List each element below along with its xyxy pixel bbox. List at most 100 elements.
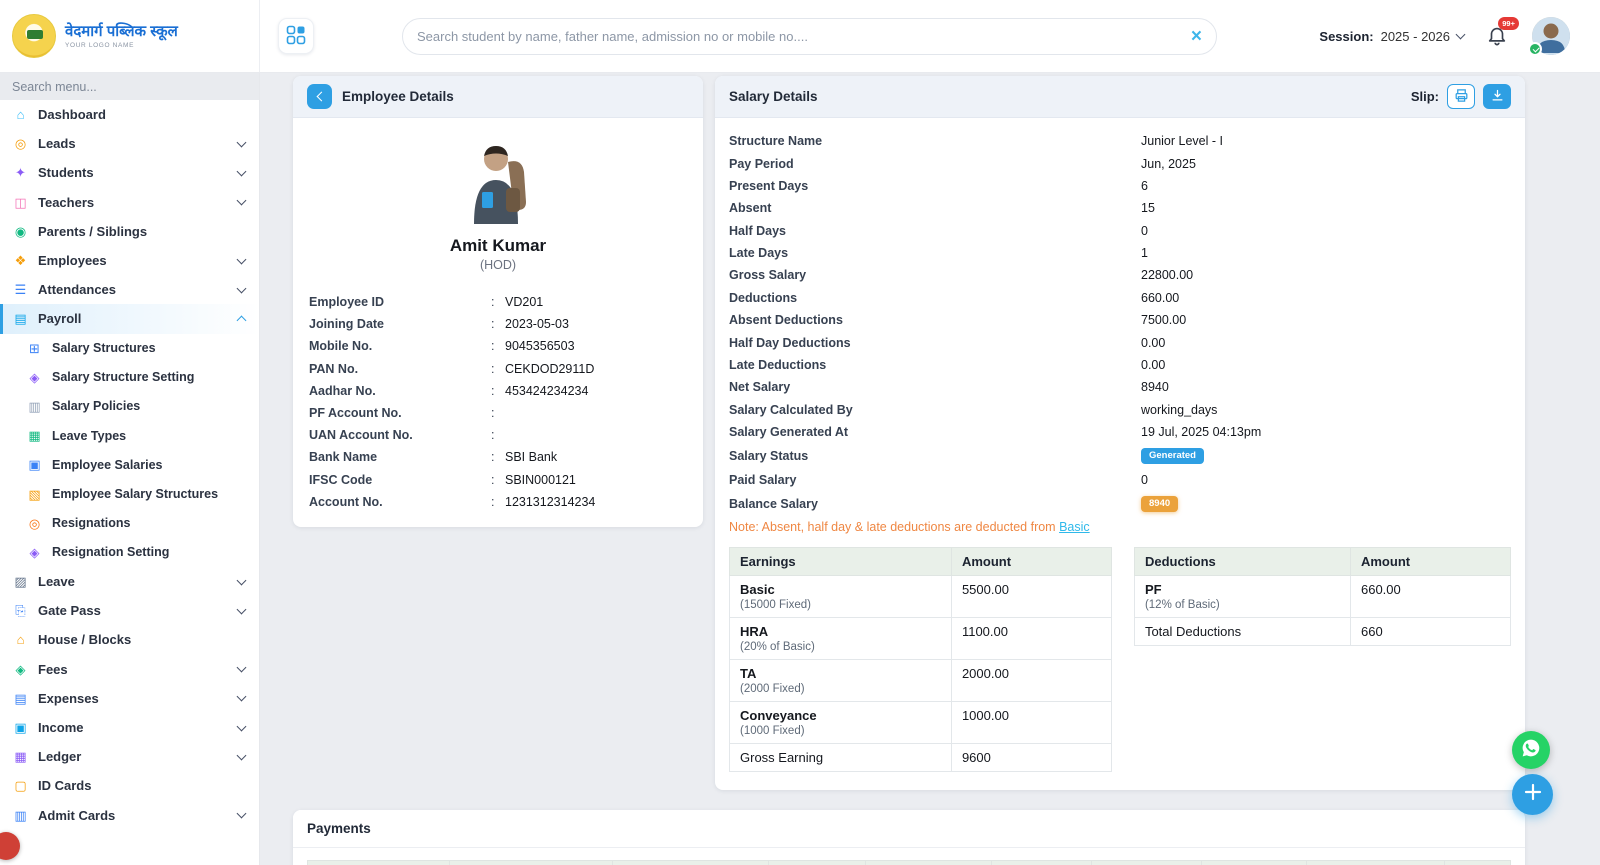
topbar: वेदमार्ग पब्लिक स्कूल YOUR LOGO NAME × xyxy=(0,0,1600,73)
app-root: वेदमार्ग पब्लिक स्कूल YOUR LOGO NAME × xyxy=(0,0,1600,865)
sidebar-subitem-resignation-setting[interactable]: ◈ Resignation Setting xyxy=(0,538,259,567)
salary-detail-row: Absent Deductions 7500.00 xyxy=(729,309,1511,331)
sidebar-subitem-employee-salary-structures[interactable]: ▧ Employee Salary Structures xyxy=(0,479,259,508)
print-slip-button[interactable] xyxy=(1447,84,1475,109)
whatsapp-icon xyxy=(1521,738,1541,763)
salary-row-value: 8940 xyxy=(1141,380,1169,395)
sidebar-item-dashboard[interactable]: ⌂ Dashboard xyxy=(0,100,259,129)
sidebar-item-students[interactable]: ✦ Students xyxy=(0,158,259,187)
deductions-table: Deductions Amount PF (12% of Basic) 660.… xyxy=(1133,547,1511,647)
salary-row-label: Salary Generated At xyxy=(729,425,849,440)
sidebar-item-parents-siblings[interactable]: ◉ Parents / Siblings xyxy=(0,217,259,246)
salary-row-label: Present Days xyxy=(729,178,809,193)
colon-separator: : xyxy=(491,472,495,487)
salary-row-value: 8940 xyxy=(1141,495,1511,513)
table-row: TA (2000 Fixed) 2000.00 xyxy=(729,659,1112,703)
whatsapp-button[interactable] xyxy=(1512,731,1550,769)
sidebar-item-label: Dashboard xyxy=(38,107,106,123)
table-row: Conveyance (1000 Fixed) 1000.00 xyxy=(729,701,1112,745)
notifications-button[interactable]: 99+ xyxy=(1486,17,1519,48)
verified-badge-icon xyxy=(1528,42,1542,56)
note-basic-link[interactable]: Basic xyxy=(1059,520,1090,534)
salary-row-value: Junior Level - I xyxy=(1141,134,1223,149)
back-button[interactable] xyxy=(307,84,332,109)
add-payment-button[interactable] xyxy=(1512,774,1553,815)
school-logo[interactable]: वेदमार्ग पब्लिक स्कूल YOUR LOGO NAME xyxy=(0,0,260,72)
employee-info-row: Aadhar No. : 453424234234 xyxy=(309,380,687,402)
component-amount: 2000.00 xyxy=(950,659,1112,703)
salary-row-value: 0.00 xyxy=(1141,335,1166,350)
sidebar-item-payroll[interactable]: ▤ Payroll xyxy=(0,304,259,334)
session-selector[interactable]: Session: 2025 - 2026 xyxy=(1319,28,1466,44)
earnings-header: Earnings xyxy=(729,547,952,577)
table-row: Basic (15000 Fixed) 5500.00 xyxy=(729,575,1112,619)
menu-search-input[interactable] xyxy=(0,73,259,100)
info-label: Employee ID xyxy=(309,295,385,310)
salary-row-label: Half Day Deductions xyxy=(729,335,851,350)
salary-detail-row: Absent 15 xyxy=(729,197,1511,219)
employee-info-row: Joining Date : 2023-05-03 xyxy=(309,313,687,335)
parents-icon: ◉ xyxy=(14,223,27,239)
sidebar-subitem-salary-structure-setting[interactable]: ◈ Salary Structure Setting xyxy=(0,363,259,392)
chevron-down-icon xyxy=(236,808,247,819)
employee-info-row: Mobile No. : 9045356503 xyxy=(309,335,687,357)
salary-row-value: 660.00 xyxy=(1141,290,1180,305)
info-label: UAN Account No. xyxy=(309,428,413,443)
earnings-amount-header: Amount xyxy=(950,547,1112,577)
sidebar-subitem-salary-policies[interactable]: ▥ Salary Policies xyxy=(0,392,259,421)
note-text: Note: Absent, half day & late deductions… xyxy=(729,520,1060,535)
component-name: TA xyxy=(740,666,757,682)
user-avatar[interactable] xyxy=(1528,17,1570,56)
sidebar-item-attendances[interactable]: ☰ Attendances xyxy=(0,275,259,304)
sidebar-menu: ⌂ Dashboard ◎ Leads ✦ Students ◫ Teacher… xyxy=(0,100,259,830)
payments-col-payment-mode: Payment Mode xyxy=(449,860,613,865)
salary-detail-row: Present Days 6 xyxy=(729,175,1511,197)
salary-row-label: Pay Period xyxy=(729,156,794,171)
sidebar-subitem-employee-salaries[interactable]: ▣ Employee Salaries xyxy=(0,450,259,479)
student-search-input[interactable] xyxy=(417,28,1191,44)
chevron-down-icon xyxy=(236,283,247,294)
sidebar-item-ledger[interactable]: ▦ Ledger xyxy=(0,742,259,771)
component-amount: 9600 xyxy=(950,743,1112,773)
sidebar-item-leave[interactable]: ▨ Leave xyxy=(0,567,259,596)
salary-structure-setting-icon: ◈ xyxy=(29,369,40,385)
salary-row-value: working_days xyxy=(1141,402,1218,417)
sidebar-item-admit-cards[interactable]: ▥ Admit Cards xyxy=(0,801,259,830)
expenses-icon: ▤ xyxy=(14,690,27,706)
salary-row-label: Half Days xyxy=(729,223,786,238)
chevron-up-icon xyxy=(236,315,247,326)
session-value: 2025 - 2026 xyxy=(1380,28,1450,44)
info-value: VD201 xyxy=(505,295,544,310)
salary-details-card: Salary Details Slip: Structure Name Juni… xyxy=(715,76,1525,791)
balance-salary-badge: 8940 xyxy=(1141,495,1179,513)
sidebar-item-label: Ledger xyxy=(38,749,82,765)
salary-row-label: Absent Deductions xyxy=(729,313,843,328)
sidebar-item-employees[interactable]: ❖ Employees xyxy=(0,246,259,275)
table-row: Total Deductions 660 xyxy=(1133,617,1511,647)
sidebar-item-teachers[interactable]: ◫ Teachers xyxy=(0,188,259,217)
sidebar-item-gate-pass[interactable]: ⎘ Gate Pass xyxy=(0,596,259,625)
table-row: Gross Earning 9600 xyxy=(729,743,1112,773)
sidebar-item-id-cards[interactable]: ▢ ID Cards xyxy=(0,771,259,800)
sidebar-item-house-blocks[interactable]: ⌂ House / Blocks xyxy=(0,625,259,654)
apps-grid-icon xyxy=(286,25,306,48)
chevron-left-icon xyxy=(316,91,326,102)
sidebar-item-leads[interactable]: ◎ Leads xyxy=(0,129,259,158)
sidebar-item-fees[interactable]: ◈ Fees xyxy=(0,655,259,684)
download-slip-button[interactable] xyxy=(1483,84,1511,109)
payments-col-added-at: Added At xyxy=(1201,860,1307,865)
chevron-down-icon xyxy=(236,662,247,673)
sidebar-subitem-leave-types[interactable]: ▦ Leave Types xyxy=(0,421,259,450)
sidebar-subitem-salary-structures[interactable]: ⊞ Salary Structures xyxy=(0,334,259,363)
payments-col-txn-id: TXN ID xyxy=(768,860,866,865)
house-blocks-icon: ⌂ xyxy=(16,632,25,648)
payments-col-added-by: Added By xyxy=(1091,860,1202,865)
sidebar-item-expenses[interactable]: ▤ Expenses xyxy=(0,684,259,713)
apps-grid-button[interactable] xyxy=(278,18,314,54)
sidebar-subitem-label: Salary Policies xyxy=(52,399,141,414)
sidebar-item-income[interactable]: ▣ Income xyxy=(0,713,259,742)
teachers-icon: ◫ xyxy=(14,194,27,210)
sidebar-subitem-resignations[interactable]: ◎ Resignations xyxy=(0,509,259,538)
salary-row-value: 0 xyxy=(1141,472,1148,487)
clear-search-icon[interactable]: × xyxy=(1191,27,1202,46)
